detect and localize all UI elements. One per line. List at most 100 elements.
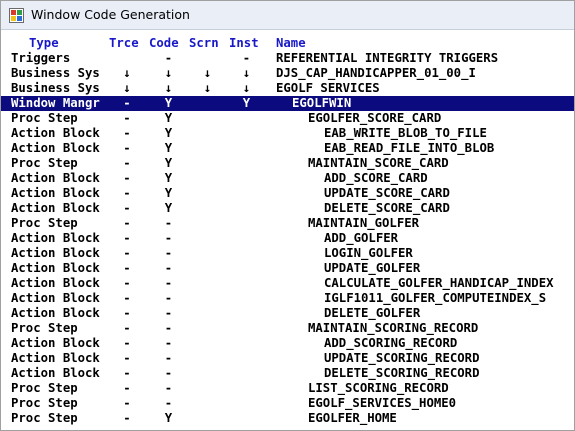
- row-code-cell[interactable]: -: [149, 336, 188, 351]
- row-type-cell[interactable]: Triggers: [11, 51, 70, 66]
- row-type-cell[interactable]: Proc Step: [11, 411, 78, 426]
- row-type-cell[interactable]: Proc Step: [11, 381, 78, 396]
- row-type-cell[interactable]: Action Block: [11, 336, 100, 351]
- row-trce-cell[interactable]: -: [107, 321, 147, 336]
- row-name-cell[interactable]: ADD_SCORING_RECORD: [324, 336, 457, 351]
- row-type-cell[interactable]: Action Block: [11, 141, 100, 156]
- column-header-type[interactable]: Type: [29, 36, 59, 51]
- row-code-cell[interactable]: -: [149, 231, 188, 246]
- table-row-selected[interactable]: Window Mangr - Y Y EGOLFWIN: [1, 96, 574, 111]
- row-type-cell[interactable]: Action Block: [11, 261, 100, 276]
- table-row[interactable]: Action Block - - CALCULATE_GOLFER_HANDICAP_…: [1, 276, 574, 291]
- column-header-inst[interactable]: Inst: [229, 36, 259, 51]
- row-code-cell[interactable]: -: [149, 276, 188, 291]
- row-scrn-cell[interactable]: ↓: [188, 66, 227, 81]
- generation-list[interactable]: Type Trce Code Scrn Inst Name Triggers - -…: [1, 29, 574, 430]
- title-bar[interactable]: Window Code Generation: [1, 1, 574, 30]
- row-name-cell[interactable]: DELETE_SCORING_RECORD: [324, 366, 479, 381]
- table-row[interactable]: Action Block - Y UPDATE_SCORE_CARD: [1, 186, 574, 201]
- row-type-cell[interactable]: Business Sys: [11, 81, 100, 96]
- row-name-cell[interactable]: MAINTAIN_SCORING_RECORD: [308, 321, 478, 336]
- row-type-cell[interactable]: Action Block: [11, 366, 100, 381]
- table-row[interactable]: Action Block - Y ADD_SCORE_CARD: [1, 171, 574, 186]
- row-type-cell[interactable]: Action Block: [11, 351, 100, 366]
- table-row[interactable]: Action Block - Y EAB_READ_FILE_INTO_BLOB: [1, 141, 574, 156]
- row-type-cell[interactable]: Action Block: [11, 186, 100, 201]
- row-inst-cell[interactable]: ↓: [227, 66, 266, 81]
- table-row[interactable]: Action Block - - ADD_SCORING_RECORD: [1, 336, 574, 351]
- row-trce-cell[interactable]: -: [107, 396, 147, 411]
- row-name-cell[interactable]: EAB_WRITE_BLOB_TO_FILE: [324, 126, 487, 141]
- row-code-cell[interactable]: Y: [149, 171, 188, 186]
- row-name-cell[interactable]: LOGIN_GOLFER: [324, 246, 413, 261]
- row-trce-cell[interactable]: -: [107, 246, 147, 261]
- table-row[interactable]: Proc Step - - MAINTAIN_SCORING_RECORD: [1, 321, 574, 336]
- row-code-cell[interactable]: Y: [149, 186, 188, 201]
- column-header-name[interactable]: Name: [276, 36, 306, 51]
- table-row[interactable]: Action Block - - DELETE_GOLFER: [1, 306, 574, 321]
- row-trce-cell[interactable]: -: [107, 381, 147, 396]
- row-trce-cell[interactable]: -: [107, 171, 147, 186]
- row-type-cell[interactable]: Action Block: [11, 276, 100, 291]
- row-scrn-cell[interactable]: ↓: [188, 81, 227, 96]
- row-trce-cell[interactable]: -: [107, 411, 147, 426]
- row-name-cell[interactable]: REFERENTIAL INTEGRITY TRIGGERS: [276, 51, 498, 66]
- table-row[interactable]: Proc Step - - LIST_SCORING_RECORD: [1, 381, 574, 396]
- table-row[interactable]: Action Block - - IGLF1011_GOLFER_COMPUTEIND…: [1, 291, 574, 306]
- row-name-cell[interactable]: EAB_READ_FILE_INTO_BLOB: [324, 141, 494, 156]
- row-code-cell[interactable]: -: [149, 216, 188, 231]
- row-trce-cell[interactable]: -: [107, 351, 147, 366]
- row-type-cell[interactable]: Proc Step: [11, 111, 78, 126]
- row-name-cell[interactable]: UPDATE_GOLFER: [324, 261, 420, 276]
- row-type-cell[interactable]: Action Block: [11, 171, 100, 186]
- table-row[interactable]: Proc Step - Y MAINTAIN_SCORE_CARD: [1, 156, 574, 171]
- row-trce-cell[interactable]: -: [107, 306, 147, 321]
- row-name-cell[interactable]: IGLF1011_GOLFER_COMPUTEINDEX_S: [324, 291, 546, 306]
- row-type-cell[interactable]: Action Block: [11, 231, 100, 246]
- row-trce-cell[interactable]: -: [107, 186, 147, 201]
- row-name-cell[interactable]: CALCULATE_GOLFER_HANDICAP_INDEX: [324, 276, 554, 291]
- row-name-cell[interactable]: EGOLF SERVICES: [276, 81, 380, 96]
- row-name-cell[interactable]: DJS_CAP_HANDICAPPER_01_00_I: [276, 66, 476, 81]
- row-trce-cell[interactable]: -: [107, 111, 147, 126]
- table-row[interactable]: Proc Step - Y EGOLFER_HOME: [1, 411, 574, 426]
- row-name-cell[interactable]: MAINTAIN_GOLFER: [308, 216, 419, 231]
- row-code-cell[interactable]: -: [149, 246, 188, 261]
- row-trce-cell[interactable]: -: [107, 201, 147, 216]
- row-code-cell[interactable]: -: [149, 351, 188, 366]
- row-trce-cell[interactable]: -: [107, 141, 147, 156]
- table-row[interactable]: Business Sys ↓ ↓ ↓ ↓ DJS_CAP_HANDICAPPER_01_0…: [1, 66, 574, 81]
- row-inst-cell[interactable]: -: [227, 51, 266, 66]
- row-name-cell[interactable]: ADD_SCORE_CARD: [324, 171, 428, 186]
- row-type-cell[interactable]: Action Block: [11, 126, 100, 141]
- row-name-cell[interactable]: MAINTAIN_SCORE_CARD: [308, 156, 449, 171]
- row-trce-cell[interactable]: -: [107, 156, 147, 171]
- row-trce-cell[interactable]: -: [107, 366, 147, 381]
- row-trce-cell[interactable]: ↓: [107, 81, 147, 96]
- row-trce-cell[interactable]: -: [107, 216, 147, 231]
- table-row[interactable]: Action Block - - UPDATE_SCORING_RECORD: [1, 351, 574, 366]
- table-row[interactable]: Proc Step - Y EGOLFER_SCORE_CARD: [1, 111, 574, 126]
- row-type-cell[interactable]: Action Block: [11, 291, 100, 306]
- row-name-cell[interactable]: UPDATE_SCORING_RECORD: [324, 351, 479, 366]
- row-name-cell[interactable]: DELETE_SCORE_CARD: [324, 201, 450, 216]
- row-inst-cell[interactable]: ↓: [227, 81, 266, 96]
- row-code-cell[interactable]: -: [149, 291, 188, 306]
- row-trce-cell[interactable]: -: [107, 96, 147, 111]
- table-row[interactable]: Proc Step - - MAINTAIN_GOLFER: [1, 216, 574, 231]
- row-code-cell[interactable]: ↓: [149, 66, 188, 81]
- row-trce-cell[interactable]: -: [107, 336, 147, 351]
- row-code-cell[interactable]: -: [149, 51, 188, 66]
- table-row[interactable]: Action Block - - DELETE_SCORING_RECORD: [1, 366, 574, 381]
- table-row[interactable]: Triggers - - REFERENTIAL INTEGRITY TRIGGERS: [1, 51, 574, 66]
- row-trce-cell[interactable]: -: [107, 261, 147, 276]
- row-trce-cell[interactable]: -: [107, 231, 147, 246]
- row-type-cell[interactable]: Action Block: [11, 246, 100, 261]
- table-row[interactable]: Action Block - Y EAB_WRITE_BLOB_TO_FILE: [1, 126, 574, 141]
- row-code-cell[interactable]: Y: [149, 411, 188, 426]
- row-name-cell[interactable]: UPDATE_SCORE_CARD: [324, 186, 450, 201]
- row-inst-cell[interactable]: Y: [227, 96, 266, 111]
- row-code-cell[interactable]: Y: [149, 141, 188, 156]
- row-code-cell[interactable]: ↓: [149, 81, 188, 96]
- row-type-cell[interactable]: Window Mangr: [11, 96, 100, 111]
